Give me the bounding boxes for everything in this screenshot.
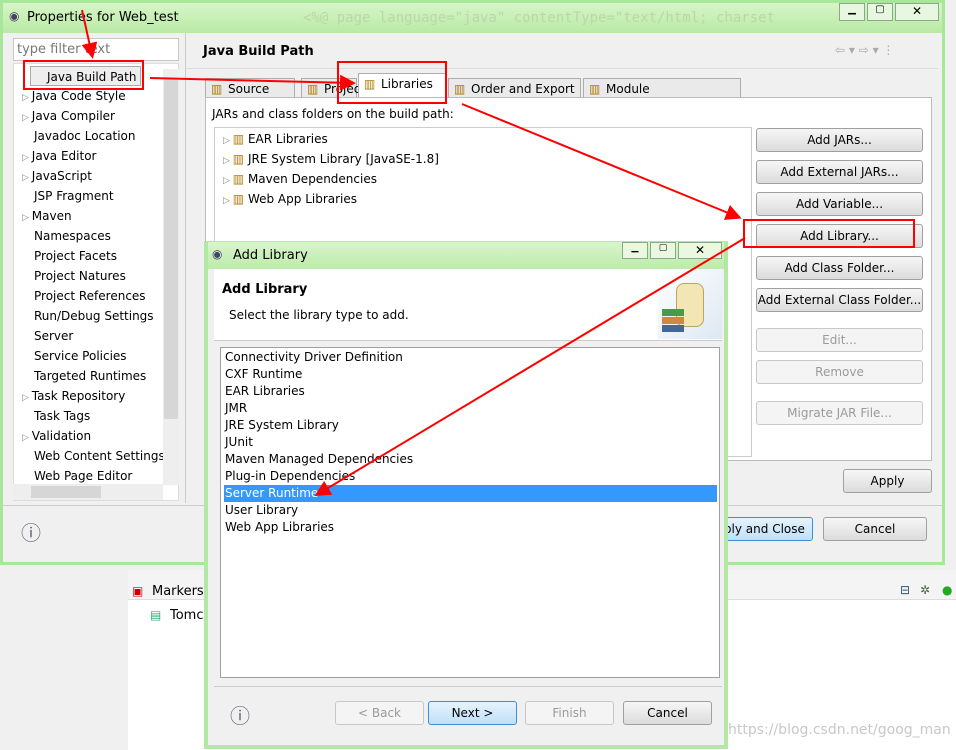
arrow-1 bbox=[81, 9, 98, 59]
annotation-overlay bbox=[23, 9, 915, 497]
arrow-4 bbox=[314, 237, 746, 497]
arrow-2 bbox=[149, 74, 356, 91]
highlight-java-build-path bbox=[23, 60, 144, 90]
highlight-libraries-tab bbox=[337, 61, 447, 104]
arrow-3 bbox=[461, 103, 742, 220]
highlight-add-library bbox=[743, 219, 915, 248]
